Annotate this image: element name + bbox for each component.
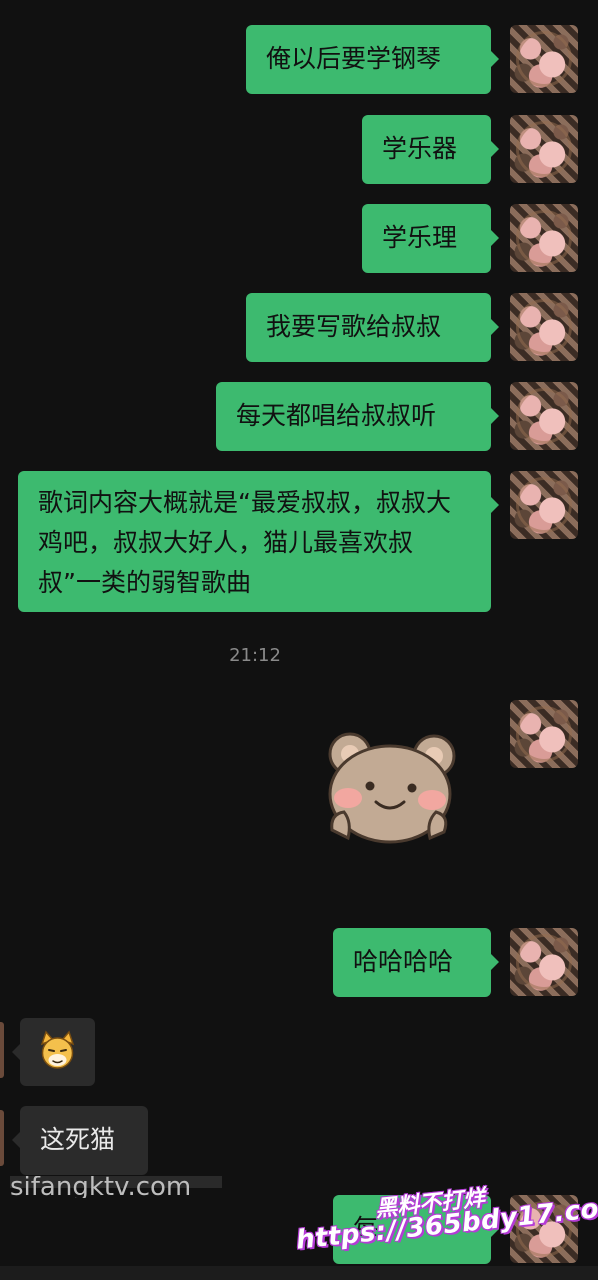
avatar[interactable] [510, 471, 578, 539]
avatar[interactable] [510, 115, 578, 183]
message-bubble[interactable] [12, 1018, 95, 1086]
message-bubble[interactable]: 我要写歌给叔叔 [246, 293, 499, 362]
contact-avatar[interactable] [0, 1110, 4, 1166]
message-text: 这死猫 [40, 1125, 116, 1154]
timestamp: 21:12 [229, 645, 281, 666]
partial-overlay-text: sifangktv.com [10, 1176, 222, 1198]
avatar[interactable] [510, 382, 578, 450]
avatar[interactable] [510, 293, 578, 361]
avatar[interactable] [510, 204, 578, 272]
message-bubble[interactable]: 俺以后要学钢琴 [246, 25, 499, 94]
message-text: 歌词内容大概就是“最爱叔叔，叔叔大鸡吧，叔叔大好人，猫儿最喜欢叔叔”一类的弱智歌… [38, 488, 451, 597]
avatar[interactable] [510, 25, 578, 93]
avatar[interactable] [510, 700, 578, 768]
contact-avatar[interactable] [0, 1022, 4, 1078]
message-text: 哈哈哈哈 [353, 947, 454, 976]
message-bubble[interactable]: 这死猫 [12, 1106, 148, 1175]
message-text: 学乐器 [382, 134, 458, 163]
message-text: 学乐理 [382, 223, 458, 252]
chat-view: 俺以后要学钢琴 学乐器 学乐理 我要写歌给叔叔 每天都唱给叔叔听 歌词内容大概就… [0, 0, 598, 1280]
message-text: 俺以后要学钢琴 [266, 44, 442, 73]
cat-face-icon [40, 1030, 75, 1069]
message-bubble[interactable]: 学乐理 [362, 204, 499, 273]
message-text: 每天都唱给叔叔听 [236, 401, 437, 430]
message-bubble[interactable]: 学乐器 [362, 115, 499, 184]
avatar[interactable] [510, 928, 578, 996]
bear-sticker-icon [328, 732, 456, 844]
message-bubble[interactable]: 哈哈哈哈 [333, 928, 499, 997]
message-text: 我要写歌给叔叔 [266, 312, 442, 341]
bottom-bar [0, 1266, 598, 1280]
bear-sticker[interactable] [318, 728, 462, 846]
message-bubble[interactable]: 每天都唱给叔叔听 [216, 382, 499, 451]
message-bubble[interactable]: 歌词内容大概就是“最爱叔叔，叔叔大鸡吧，叔叔大好人，猫儿最喜欢叔叔”一类的弱智歌… [18, 471, 499, 612]
